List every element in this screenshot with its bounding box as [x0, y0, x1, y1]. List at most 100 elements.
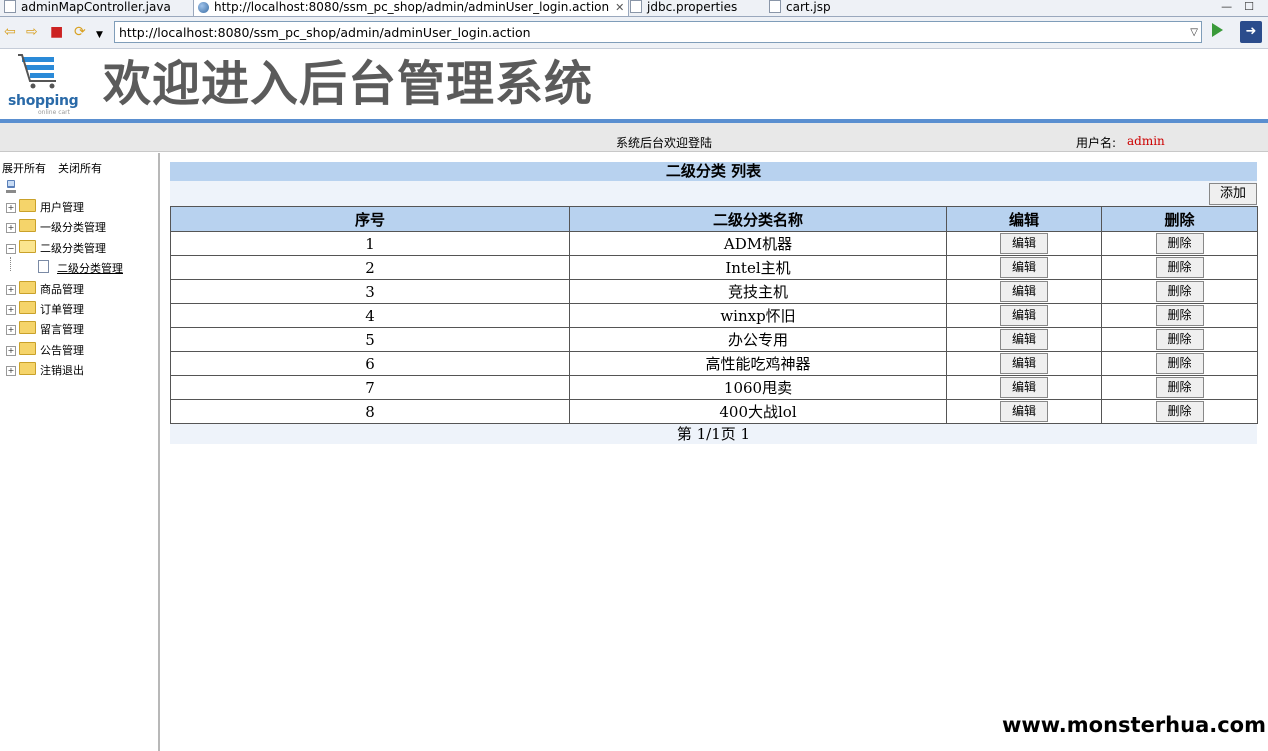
- table-row: 4 winxp怀旧 编辑 删除: [170, 303, 1258, 328]
- tab-jdbc-properties[interactable]: jdbc.properties: [630, 0, 737, 16]
- folder-icon: [19, 281, 36, 294]
- sidebar-item-category-level2-list[interactable]: 二级分类管理: [38, 260, 123, 278]
- delete-button[interactable]: 删除: [1155, 257, 1204, 278]
- welcome-text: 系统后台欢迎登陆: [616, 136, 713, 150]
- properties-file-icon: [630, 0, 642, 13]
- cell-id: 6: [170, 351, 570, 376]
- cell-id: 7: [170, 375, 570, 400]
- collapse-icon[interactable]: −: [6, 244, 16, 254]
- status-bar: 系统后台欢迎登陆 用户名: admin: [0, 123, 1268, 152]
- tab-admin-map-controller[interactable]: adminMapController.java: [4, 0, 171, 16]
- edit-button[interactable]: 编辑: [1000, 281, 1048, 302]
- sidebar-item-user-management[interactable]: + 用户管理: [6, 199, 84, 217]
- sidebar-item-category-level2[interactable]: − 二级分类管理: [6, 240, 106, 258]
- sidebar-item-category-level1[interactable]: + 一级分类管理: [6, 219, 106, 237]
- folder-icon: [19, 321, 36, 334]
- expand-icon[interactable]: +: [6, 346, 16, 356]
- close-tab-icon[interactable]: ✕: [615, 1, 624, 14]
- expand-icon[interactable]: +: [6, 223, 16, 233]
- back-icon[interactable]: ⇦: [4, 24, 16, 40]
- maximize-icon[interactable]: ☐: [1244, 0, 1254, 13]
- cell-name: 高性能吃鸡神器: [569, 351, 947, 376]
- edit-button[interactable]: 编辑: [1000, 329, 1048, 350]
- cell-id: 3: [170, 279, 570, 304]
- tab-cart-jsp[interactable]: cart.jsp: [769, 0, 831, 16]
- cell-name: Intel主机: [569, 255, 947, 280]
- collapse-all-link[interactable]: 关闭所有: [58, 162, 102, 175]
- cell-name: 1060甩卖: [569, 375, 947, 400]
- document-icon: [38, 260, 49, 273]
- delete-button[interactable]: 删除: [1155, 377, 1204, 398]
- table-row: 2 Intel主机 编辑 删除: [170, 255, 1258, 280]
- category-table: 序号 二级分类名称 编辑 删除 1 ADM机器 编辑 删除 2 Intel主机 编辑 删除 …: [170, 206, 1258, 424]
- cell-name: winxp怀旧: [569, 303, 947, 328]
- column-header-name: 二级分类名称: [569, 206, 947, 232]
- stop-icon[interactable]: ■: [50, 24, 63, 40]
- jsp-file-icon: [769, 0, 781, 13]
- folder-icon: [19, 199, 36, 212]
- external-browser-icon[interactable]: ➜: [1240, 21, 1262, 43]
- cell-name: ADM机器: [569, 231, 947, 256]
- url-dropdown-icon[interactable]: ▽: [1190, 22, 1198, 44]
- edit-button[interactable]: 编辑: [1000, 233, 1048, 254]
- browser-tab-bar: adminMapController.java http://localhost…: [0, 0, 1268, 17]
- cell-name: 办公专用: [569, 327, 947, 352]
- username-value: admin: [1127, 134, 1165, 148]
- delete-button[interactable]: 删除: [1155, 401, 1204, 422]
- expand-icon[interactable]: +: [6, 325, 16, 335]
- edit-button[interactable]: 编辑: [1000, 353, 1048, 374]
- watermark: www.monsterhua.com: [1001, 713, 1266, 737]
- delete-button[interactable]: 删除: [1155, 353, 1204, 374]
- java-file-icon: [4, 0, 16, 13]
- table-header-row: 序号 二级分类名称 编辑 删除: [170, 206, 1258, 232]
- cell-name: 400大战lol: [569, 399, 947, 424]
- edit-button[interactable]: 编辑: [1000, 305, 1048, 326]
- expand-icon[interactable]: +: [6, 305, 16, 315]
- sidebar-item-product-management[interactable]: + 商品管理: [6, 281, 84, 299]
- refresh-icon[interactable]: ⟳: [74, 24, 86, 40]
- main-content: 二级分类 列表 添加 序号 二级分类名称 编辑 删除 1 ADM机器 编辑 删除 2I…: [170, 162, 1258, 444]
- sidebar-item-message-management[interactable]: + 留言管理: [6, 321, 84, 339]
- computer-icon: [6, 180, 16, 193]
- table-row: 7 1060甩卖 编辑 删除: [170, 375, 1258, 400]
- delete-button[interactable]: 删除: [1155, 305, 1204, 326]
- folder-icon: [19, 301, 36, 314]
- minimize-icon[interactable]: —: [1221, 0, 1232, 13]
- tab-admin-login[interactable]: http://localhost:8080/ssm_pc_shop/admin/…: [193, 0, 630, 16]
- delete-button[interactable]: 删除: [1155, 281, 1204, 302]
- sidebar-item-logout[interactable]: + 注销退出: [6, 362, 84, 380]
- expand-icon[interactable]: +: [6, 203, 16, 213]
- expand-icon[interactable]: +: [6, 366, 16, 376]
- nav-menu-chevron-icon[interactable]: ▼: [96, 27, 103, 43]
- expand-all-link[interactable]: 展开所有: [2, 162, 46, 175]
- edit-button[interactable]: 编辑: [1000, 401, 1048, 422]
- open-folder-icon: [19, 240, 36, 253]
- sidebar-item-notice-management[interactable]: + 公告管理: [6, 342, 84, 360]
- delete-button[interactable]: 删除: [1155, 329, 1204, 350]
- add-button[interactable]: 添加: [1209, 183, 1257, 205]
- url-input[interactable]: http://localhost:8080/ssm_pc_shop/admin/…: [114, 21, 1202, 43]
- cell-name: 竞技主机: [569, 279, 947, 304]
- forward-icon[interactable]: ⇨: [26, 24, 38, 40]
- go-icon[interactable]: [1212, 23, 1223, 37]
- table-row: 8 400大战lol 编辑 删除: [170, 399, 1258, 424]
- cell-id: 5: [170, 327, 570, 352]
- window-controls: — ☐: [1209, 0, 1254, 13]
- edit-button[interactable]: 编辑: [1000, 377, 1048, 398]
- cell-id: 1: [170, 231, 570, 256]
- list-toolbar: 添加: [170, 181, 1257, 206]
- delete-button[interactable]: 删除: [1155, 233, 1204, 254]
- browser-nav-bar: ⇦ ⇨ ■ ⟳ ▼ http://localhost:8080/ssm_pc_s…: [0, 17, 1268, 49]
- sidebar-item-order-management[interactable]: + 订单管理: [6, 301, 84, 319]
- username-label: 用户名:: [1076, 136, 1117, 150]
- table-row: 1 ADM机器 编辑 删除: [170, 231, 1258, 256]
- expand-icon[interactable]: +: [6, 285, 16, 295]
- cart-icon: [18, 54, 56, 89]
- globe-icon: [198, 2, 209, 13]
- edit-button[interactable]: 编辑: [1000, 257, 1048, 278]
- sidebar: 展开所有 关闭所有 + 用户管理 + 一级分类管理 − 二级分类管理 二级分类管理 + 商…: [0, 153, 160, 751]
- column-header-id: 序号: [170, 206, 570, 232]
- table-row: 3 竞技主机 编辑 删除: [170, 279, 1258, 304]
- cell-id: 2: [170, 255, 570, 280]
- folder-icon: [19, 362, 36, 375]
